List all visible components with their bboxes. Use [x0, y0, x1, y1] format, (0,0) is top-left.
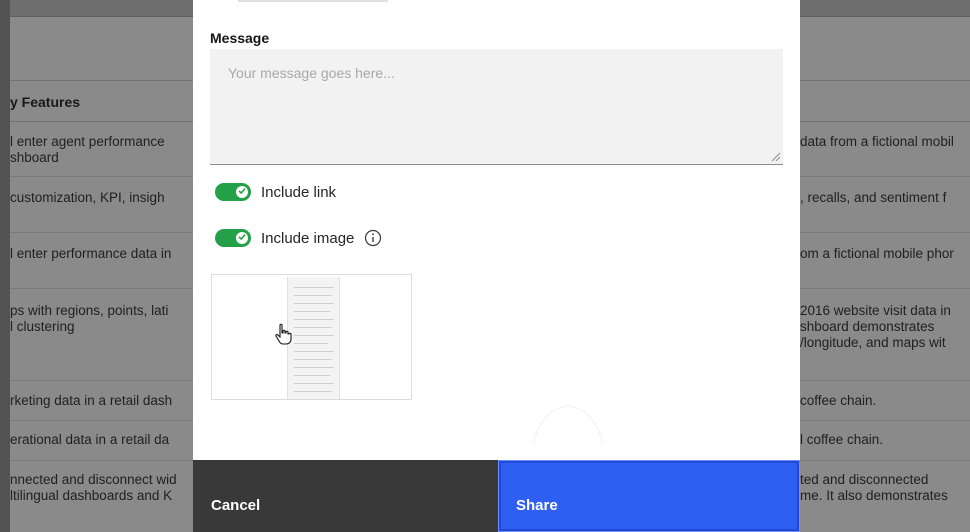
message-label: Message [210, 30, 270, 46]
image-preview [211, 274, 412, 400]
include-link-toggle[interactable] [215, 183, 251, 201]
resize-handle-icon[interactable] [771, 152, 781, 162]
include-link-row: Include link [215, 181, 336, 203]
share-button[interactable]: Share [498, 460, 800, 532]
hand-pointer-cursor-icon [275, 323, 292, 345]
faint-decoration [532, 405, 604, 444]
message-input[interactable] [210, 49, 783, 165]
include-image-toggle[interactable] [215, 229, 251, 247]
cancel-button[interactable]: Cancel [193, 460, 498, 532]
include-image-row: Include image [215, 227, 382, 249]
info-icon[interactable] [364, 229, 382, 247]
include-image-label: Include image [261, 229, 355, 247]
include-link-label: Include link [261, 183, 337, 201]
checkmark-icon [238, 234, 246, 241]
toggle-knob [236, 232, 248, 244]
dashboard-thumbnail [287, 277, 340, 399]
share-dialog: Message Include link Include image [193, 0, 800, 532]
toggle-knob [236, 186, 248, 198]
clipped-field-edge [238, 0, 388, 2]
checkmark-icon [238, 188, 246, 195]
